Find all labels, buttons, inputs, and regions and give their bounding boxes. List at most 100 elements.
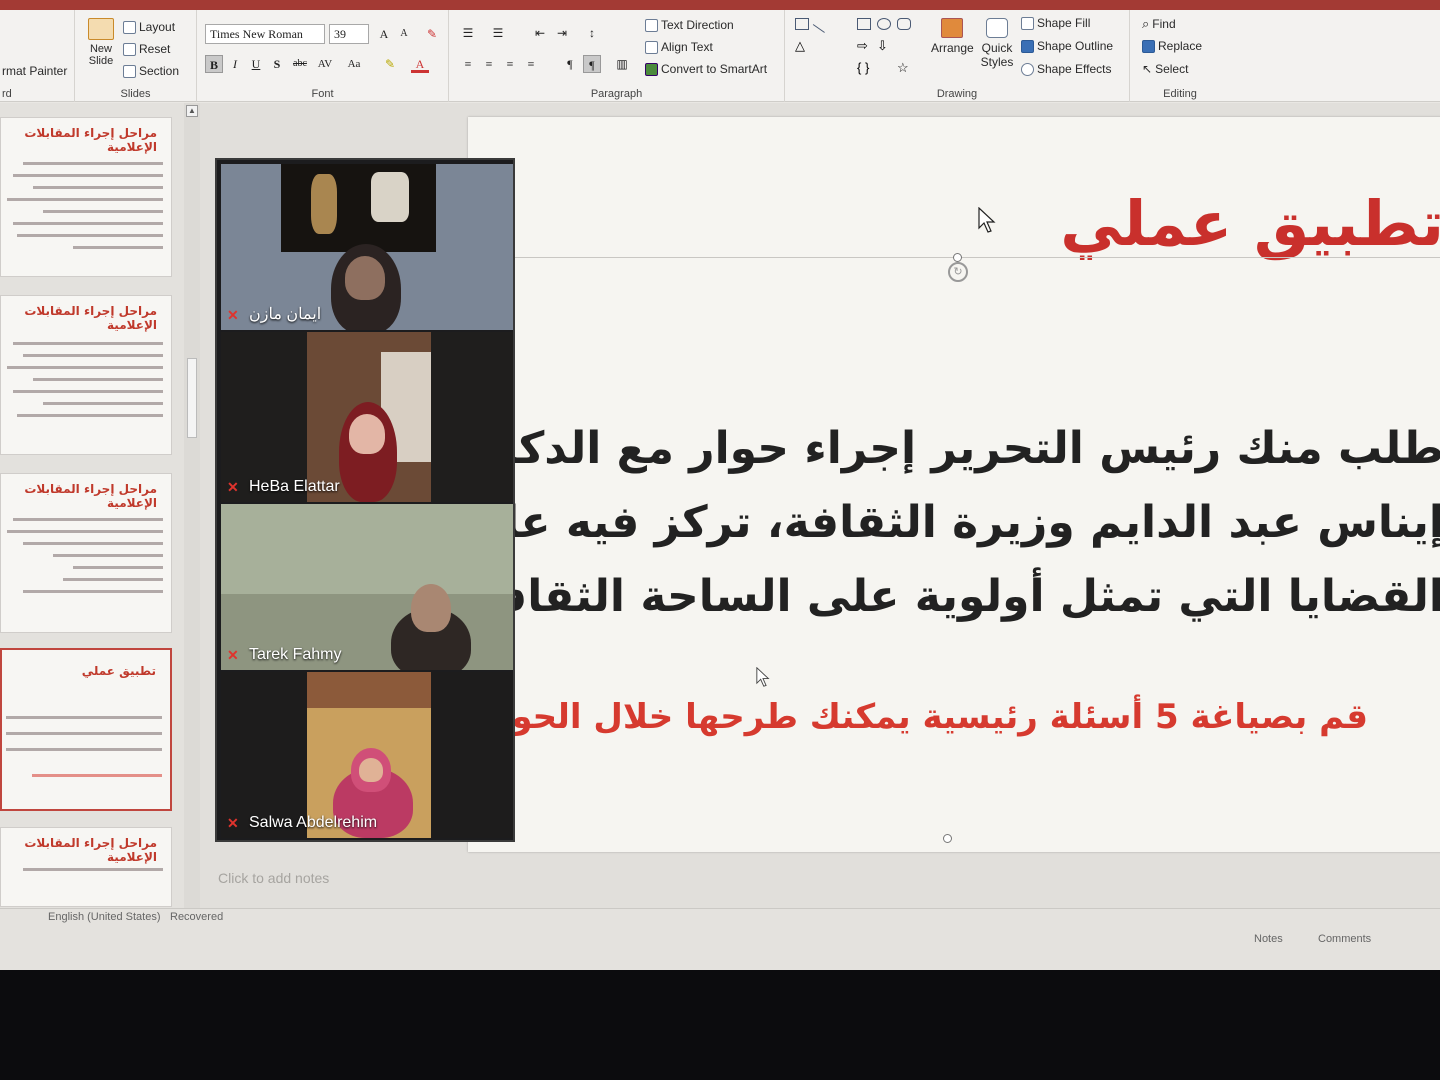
grow-font-button[interactable]: A: [375, 25, 393, 43]
notes-placeholder[interactable]: Click to add notes: [218, 870, 329, 886]
slide-task-text[interactable]: قم بصياغة 5 أسئلة رئيسية يمكنك طرحها خلا…: [468, 697, 1368, 737]
resize-handle[interactable]: [943, 834, 952, 843]
new-slide-button[interactable]: New Slide: [81, 18, 121, 67]
resize-handle[interactable]: [953, 253, 962, 262]
layout-icon: [123, 20, 136, 34]
language-status[interactable]: English (United States): [48, 911, 161, 923]
underline-button[interactable]: U: [247, 55, 265, 73]
align-left-icon[interactable]: ≡: [459, 55, 477, 73]
select-button[interactable]: ↖ Select: [1142, 62, 1188, 76]
quick-styles-icon: [986, 18, 1008, 38]
recovered-status: Recovered: [170, 911, 224, 923]
decrease-indent-icon[interactable]: ⇤: [531, 24, 549, 42]
justify-icon[interactable]: ≡: [522, 55, 540, 73]
scrollbar-thumb[interactable]: [187, 358, 197, 438]
shrink-font-button[interactable]: A: [395, 25, 413, 43]
align-right-icon[interactable]: ≡: [501, 55, 519, 73]
columns-icon[interactable]: ▥: [613, 55, 631, 73]
character-spacing-button[interactable]: AV: [314, 55, 336, 73]
arrange-icon: [941, 18, 964, 38]
align-text-button[interactable]: Align Text: [645, 40, 713, 54]
clear-format-icon[interactable]: ✎: [423, 25, 441, 43]
slide-thumbnail[interactable]: مراحل إجراء المقابلات الإعلامية: [0, 473, 172, 633]
slide-canvas[interactable]: تطبيق عملي ↻ طلب منك رئيس التحرير إجراء …: [468, 117, 1440, 852]
slide-title[interactable]: تطبيق عملي: [1060, 187, 1440, 260]
participant-tile[interactable]: ✕ Tarek Fahmy: [221, 504, 513, 670]
participant-tile[interactable]: ✕ Salwa Abdelrehim: [221, 672, 513, 838]
arrange-button[interactable]: Arrange: [931, 18, 974, 55]
participant-name: HeBa Elattar: [249, 478, 340, 495]
line-spacing-icon[interactable]: ↕: [583, 24, 601, 42]
format-painter-button[interactable]: rmat Painter: [2, 64, 67, 78]
rectangle-shape[interactable]: [857, 18, 871, 30]
shape-outline-button[interactable]: Shape Outline: [1021, 39, 1113, 53]
bold-button[interactable]: B: [205, 55, 223, 73]
ltr-icon[interactable]: ¶: [561, 55, 579, 73]
oval-shape[interactable]: [877, 18, 891, 30]
down-arrow-shape[interactable]: ⇩: [877, 39, 891, 52]
slide-thumbnail[interactable]: مراحل إجراء المقابلات الإعلامية: [0, 117, 172, 277]
participant-tile[interactable]: ✕ ايمان مازن: [221, 164, 513, 330]
body-line: طلب منك رئيس التحرير إجراء حوار مع الدكت…: [468, 423, 1440, 474]
slide-thumbnails-pane: مراحل إجراء المقابلات الإعلامية مراحل إج…: [0, 103, 200, 908]
reset-button[interactable]: Reset: [123, 42, 170, 56]
font-name-combo[interactable]: Times New Roman: [205, 24, 325, 44]
participant-name: Salwa Abdelrehim: [249, 814, 378, 831]
shape-outline-label: Shape Outline: [1037, 39, 1114, 53]
font-size-combo[interactable]: 39: [329, 24, 369, 44]
line-shape[interactable]: [812, 15, 832, 33]
shape-effects-button[interactable]: Shape Effects: [1021, 62, 1112, 76]
editing-group: ⌕ Find Replace ↖ Select Editing: [1130, 10, 1230, 102]
layout-button[interactable]: Layout: [123, 20, 175, 34]
slide-thumbnail[interactable]: مراحل إجراء المقابلات الإعلامية: [0, 295, 172, 455]
numbering-icon[interactable]: ☰: [489, 24, 507, 42]
thumbnail-title: مراحل إجراء المقابلات الإعلامية: [24, 482, 157, 510]
font-color-icon[interactable]: A: [411, 55, 429, 73]
scroll-up-icon[interactable]: ▲: [186, 105, 198, 117]
slide-body-text[interactable]: طلب منك رئيس التحرير إجراء حوار مع الدكت…: [468, 412, 1440, 634]
slide-thumbnail-selected[interactable]: تطبيق عملي: [0, 648, 172, 811]
mouse-cursor-icon: [978, 207, 996, 233]
select-label: Select: [1155, 62, 1189, 76]
rounded-rect-shape[interactable]: [897, 18, 911, 30]
shape-effects-label: Shape Effects: [1037, 62, 1112, 76]
italic-button[interactable]: I: [226, 55, 244, 73]
convert-smartart-button[interactable]: Convert to SmartArt: [645, 62, 767, 76]
increase-indent-icon[interactable]: ⇥: [553, 24, 571, 42]
replace-button[interactable]: Replace: [1142, 39, 1202, 53]
rotate-handle-icon[interactable]: ↻: [948, 262, 968, 282]
arrow-shape[interactable]: ⇨: [857, 39, 871, 52]
text-direction-button[interactable]: Text Direction: [645, 18, 734, 32]
text-direction-label: Text Direction: [661, 18, 734, 32]
align-text-icon: [645, 40, 658, 54]
align-center-icon[interactable]: ≡: [480, 55, 498, 73]
highlight-icon[interactable]: ✎: [381, 55, 399, 73]
find-button[interactable]: ⌕ Find: [1142, 16, 1176, 32]
ribbon-tabs-strip: [0, 0, 1440, 10]
shadow-button[interactable]: S: [268, 55, 286, 73]
strikethrough-button[interactable]: abc: [289, 55, 311, 73]
triangle-shape[interactable]: △: [795, 39, 809, 52]
star-shape[interactable]: ☆: [897, 61, 911, 74]
thumbnails-scrollbar[interactable]: ▲: [184, 103, 200, 908]
shapes-gallery[interactable]: △ ⇨ ⇩ ☆ { }: [795, 15, 925, 80]
notes-button[interactable]: Notes: [1254, 933, 1283, 945]
textbox-shape[interactable]: [795, 18, 809, 30]
bullets-icon[interactable]: ☰: [459, 24, 477, 42]
comments-button[interactable]: Comments: [1318, 933, 1371, 945]
layout-label: Layout: [139, 20, 176, 34]
shape-fill-button[interactable]: Shape Fill: [1021, 16, 1090, 30]
slides-group-label: Slides: [120, 88, 151, 100]
body-line: إيناس عبد الدايم وزيرة الثقافة، تركز فيه…: [468, 497, 1440, 548]
convert-smartart-label: Convert to SmartArt: [661, 62, 768, 76]
font-group: Times New Roman 39 A A ✎ B I U S abc AV …: [197, 10, 449, 102]
rtl-icon[interactable]: ¶: [583, 55, 601, 73]
brace-shape[interactable]: { }: [857, 61, 871, 74]
new-slide-icon: [88, 18, 114, 40]
change-case-button[interactable]: Aa: [343, 55, 365, 73]
section-button[interactable]: Section: [123, 64, 179, 78]
quick-styles-button[interactable]: Quick Styles: [977, 18, 1017, 69]
participant-tile[interactable]: ✕ HeBa Elattar: [221, 332, 513, 502]
slide-thumbnail[interactable]: مراحل إجراء المقابلات الإعلامية: [0, 827, 172, 907]
new-slide-label: New Slide: [88, 43, 114, 67]
